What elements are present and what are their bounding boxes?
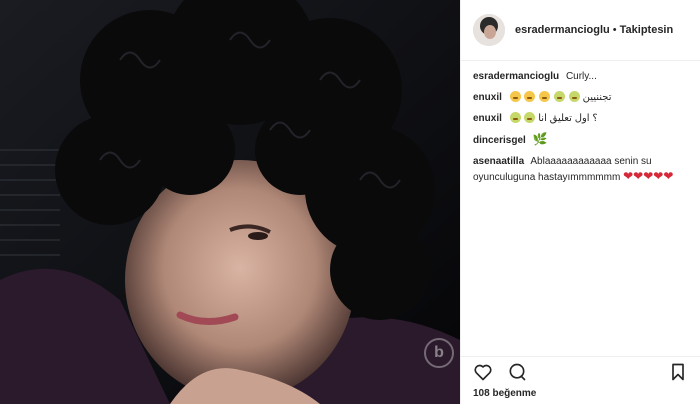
instagram-post: b esradermancioglu • Takiptesin esraderm… [0,0,700,404]
post-sidebar: esradermancioglu • Takiptesin esraderman… [460,0,700,404]
post-header: esradermancioglu • Takiptesin [461,0,700,61]
comment-item: enuxil ؟ اول تعليق انا [473,111,688,126]
bookmark-icon[interactable] [668,362,688,382]
author-username[interactable]: esradermancioglu [515,24,610,36]
comment-item: esradermancioglu Curly... [473,69,688,84]
red-heart-icon: ❤ [623,169,634,183]
leaf-icon: 🌿 [532,132,548,146]
follow-status-button[interactable]: Takiptesin [620,24,674,36]
red-heart-icon: ❤ [633,169,644,183]
comment-item: enuxil تجننيين [473,90,688,105]
action-bar [461,356,700,387]
comment-username[interactable]: enuxil [473,92,502,103]
laughing-emoji-icon [524,91,536,102]
red-heart-icon: ❤ [653,169,664,183]
red-heart-icon: ❤ [643,169,654,183]
nauseated-emoji-icon [524,112,536,123]
likes-count[interactable]: 108 beğenme [473,388,536,399]
nauseated-emoji-icon [568,91,580,102]
comment-text: Curly... [565,71,597,82]
comment-suffix: ؟ [592,113,598,124]
comment-item: dincerisgel 🌿 [473,132,688,148]
laughing-emoji-icon [509,91,521,102]
portrait-image [0,0,460,404]
post-photo[interactable]: b [0,0,460,404]
laughing-emoji-icon [539,91,551,102]
comment-username[interactable]: asenaatilla [473,156,524,167]
comment-text: اول تعليق انا [538,113,590,124]
nauseated-emoji-icon [554,91,566,102]
separator-dot: • [612,24,617,36]
comment-username[interactable]: enuxil [473,113,502,124]
comment-text: تجننيين [582,92,612,103]
avatar-icon [473,14,505,46]
comment-username[interactable]: esradermancioglu [473,71,559,82]
heart-outline-icon[interactable] [473,362,493,382]
comment-item: asenaatilla Ablaaaaaaaaaaaa senin su oyu… [473,154,688,185]
red-heart-icon: ❤ [663,169,674,183]
comment-icon[interactable] [507,362,527,382]
watermark-logo-icon: b [424,338,454,368]
comment-username[interactable]: dincerisgel [473,135,526,146]
avatar[interactable] [473,14,505,46]
nauseated-emoji-icon [509,112,521,123]
comments-list: esradermancioglu Curly... enuxil تجننيين… [461,61,700,185]
